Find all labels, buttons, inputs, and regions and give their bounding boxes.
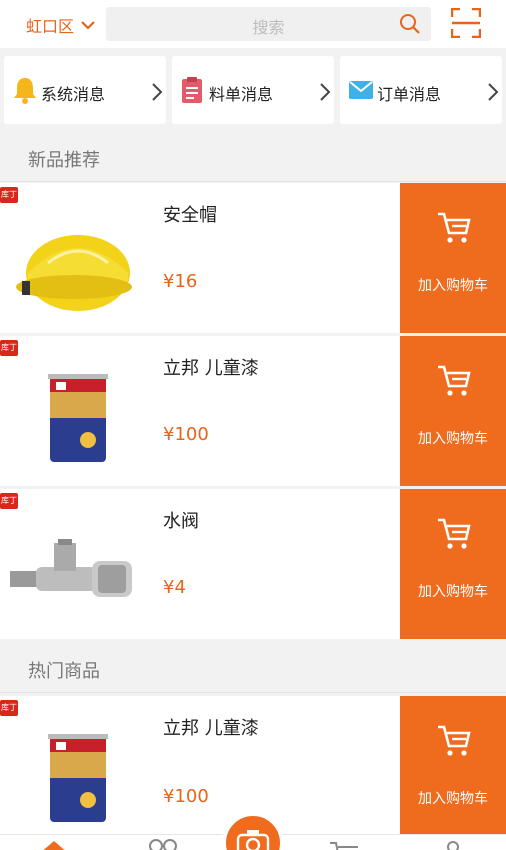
product-price: ¥100 xyxy=(163,424,209,445)
add-to-cart-label: 加入购物车 xyxy=(418,431,488,447)
chevron-down-icon xyxy=(81,21,95,30)
cart-tab-icon[interactable] xyxy=(328,839,362,850)
system-message-label: 系统消息 xyxy=(41,85,106,104)
cart-icon xyxy=(438,212,471,243)
chevron-right-icon xyxy=(488,83,499,101)
product-price: ¥100 xyxy=(163,786,209,807)
order-message-label: 订单消息 xyxy=(377,85,442,104)
product-card[interactable]: 库丁 立邦 儿童漆 ¥100 加入购物车 xyxy=(0,336,506,486)
chevron-right-icon xyxy=(152,83,163,101)
profile-tab-icon[interactable] xyxy=(442,839,464,850)
store-badge: 库丁 xyxy=(0,187,18,203)
product-image-paint-can xyxy=(48,374,108,462)
materials-message-label: 料单消息 xyxy=(209,85,274,104)
cart-icon xyxy=(438,365,471,396)
search-box[interactable]: 搜索 xyxy=(106,7,431,41)
materials-message-button[interactable]: 料单消息 xyxy=(172,56,334,124)
store-badge: 库丁 xyxy=(0,340,18,356)
store-badge: 库丁 xyxy=(0,700,18,716)
top-bar: 虹口区 搜索 xyxy=(0,0,506,48)
store-badge: 库丁 xyxy=(0,493,18,509)
home-tab-icon[interactable] xyxy=(38,839,70,850)
chevron-right-icon xyxy=(320,83,331,101)
clipboard-icon xyxy=(182,77,202,103)
search-placeholder: 搜索 xyxy=(252,18,285,37)
district-label: 虹口区 xyxy=(26,17,75,36)
add-to-cart-label: 加入购物车 xyxy=(418,278,488,294)
section-new-title: 新品推荐 xyxy=(0,134,506,182)
product-name: 水阀 xyxy=(163,511,199,532)
product-name: 安全帽 xyxy=(163,205,217,226)
add-to-cart-button[interactable]: 加入购物车 xyxy=(400,336,506,486)
community-tab-icon[interactable] xyxy=(146,837,180,850)
product-price: ¥4 xyxy=(163,577,186,598)
product-price: ¥16 xyxy=(163,271,198,292)
order-message-button[interactable]: 订单消息 xyxy=(340,56,502,124)
district-selector[interactable]: 虹口区 xyxy=(26,13,96,37)
search-icon[interactable] xyxy=(399,13,421,35)
add-to-cart-button[interactable]: 加入购物车 xyxy=(400,183,506,333)
product-name: 立邦 儿童漆 xyxy=(163,358,259,379)
system-message-button[interactable]: 系统消息 xyxy=(4,56,166,124)
section-hot-label: 热门商品 xyxy=(28,661,100,682)
product-image-paint-can xyxy=(48,734,108,822)
envelope-icon xyxy=(349,81,373,99)
section-hot-title: 热门商品 xyxy=(0,645,506,693)
add-to-cart-label: 加入购物车 xyxy=(418,584,488,600)
section-new-label: 新品推荐 xyxy=(28,150,100,171)
message-bar: 系统消息 料单消息 订单消息 xyxy=(0,48,506,130)
add-to-cart-label: 加入购物车 xyxy=(418,791,488,807)
add-to-cart-button[interactable]: 加入购物车 xyxy=(400,696,506,834)
product-card[interactable]: 库丁 安全帽 ¥16 加入购物车 xyxy=(0,183,506,333)
bell-icon xyxy=(14,78,36,104)
cart-icon xyxy=(438,725,471,756)
camera-icon xyxy=(236,830,270,850)
cart-icon xyxy=(438,518,471,549)
product-card[interactable]: 库丁 水阀 ¥4 加入购物车 xyxy=(0,489,506,639)
product-image-valve xyxy=(10,539,132,597)
scan-icon[interactable] xyxy=(451,8,481,38)
product-image-helmet xyxy=(16,235,132,311)
add-to-cart-button[interactable]: 加入购物车 xyxy=(400,489,506,639)
product-name: 立邦 儿童漆 xyxy=(163,718,259,739)
